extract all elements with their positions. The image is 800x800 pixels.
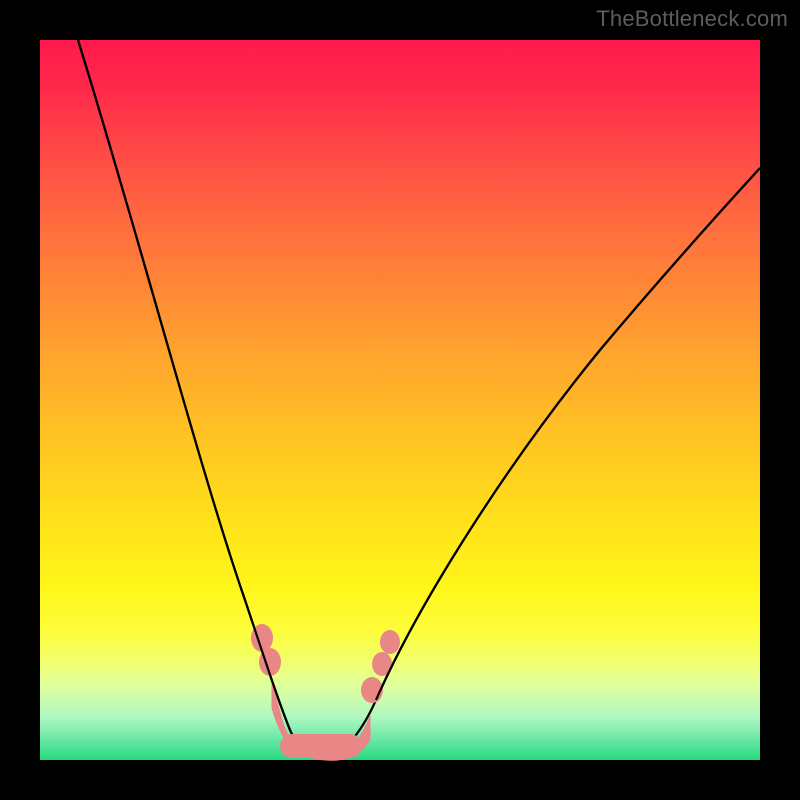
bottleneck-curve <box>78 40 760 756</box>
watermark-text: TheBottleneck.com <box>596 6 788 32</box>
outer-frame: TheBottleneck.com <box>0 0 800 800</box>
chart-plot-area <box>40 40 760 760</box>
bottleneck-curve-overlay <box>78 40 760 730</box>
optimal-band <box>251 624 400 760</box>
chart-svg <box>40 40 760 760</box>
